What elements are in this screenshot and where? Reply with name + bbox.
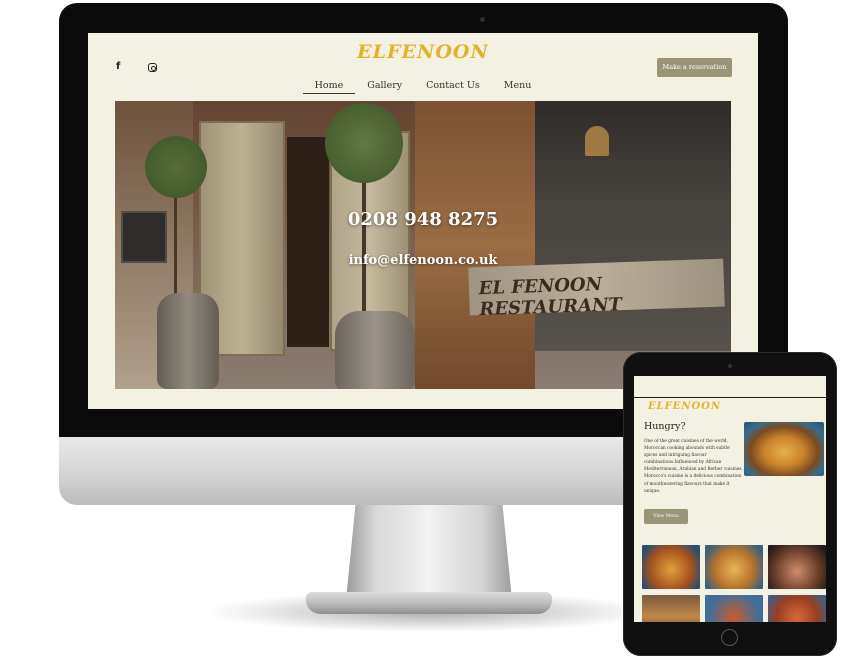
imac-camera	[480, 17, 485, 22]
imac-stand	[346, 500, 512, 600]
tablet-brand-logo[interactable]: ELFENOON	[648, 401, 721, 412]
hero-overlay	[115, 101, 731, 389]
hero-email[interactable]: info@elfenoon.co.uk	[115, 253, 731, 268]
main-nav: Home Gallery Contact Us Menu	[88, 80, 758, 94]
hero-phone[interactable]: 0208 948 8275	[115, 209, 731, 230]
imac-foot	[306, 592, 552, 614]
view-menu-button[interactable]: View Menu	[644, 509, 688, 524]
nav-item-gallery[interactable]: Gallery	[355, 80, 414, 94]
nav-item-menu[interactable]: Menu	[492, 80, 544, 94]
ipad-home-button	[721, 629, 738, 646]
gallery-thumb[interactable]	[768, 545, 826, 589]
gallery-thumb[interactable]	[705, 545, 763, 589]
nav-item-home[interactable]: Home	[302, 80, 356, 94]
tablet-intro-text: One of the great cuisines of the world, …	[644, 439, 743, 494]
gallery-thumb[interactable]	[705, 595, 763, 622]
instagram-icon[interactable]	[148, 63, 157, 72]
tablet-top-bar	[634, 376, 826, 398]
gallery-thumb[interactable]	[768, 595, 826, 622]
make-reservation-button[interactable]: Make a reservation	[657, 58, 732, 77]
tablet-heading: Hungry?	[644, 421, 686, 432]
ipad-camera	[728, 364, 732, 368]
tablet-gallery	[642, 545, 826, 622]
gallery-thumb[interactable]	[642, 545, 700, 589]
facebook-icon[interactable]: f	[116, 61, 120, 72]
gallery-thumb[interactable]	[642, 595, 700, 622]
nav-item-contact-us[interactable]: Contact Us	[414, 80, 492, 94]
tablet-food-image	[744, 422, 824, 476]
hero-image: EL FENOON RESTAURANT 0208 948 8275 info@…	[115, 101, 731, 389]
tablet-website: ELFENOON Hungry? One of the great cuisin…	[634, 376, 826, 622]
